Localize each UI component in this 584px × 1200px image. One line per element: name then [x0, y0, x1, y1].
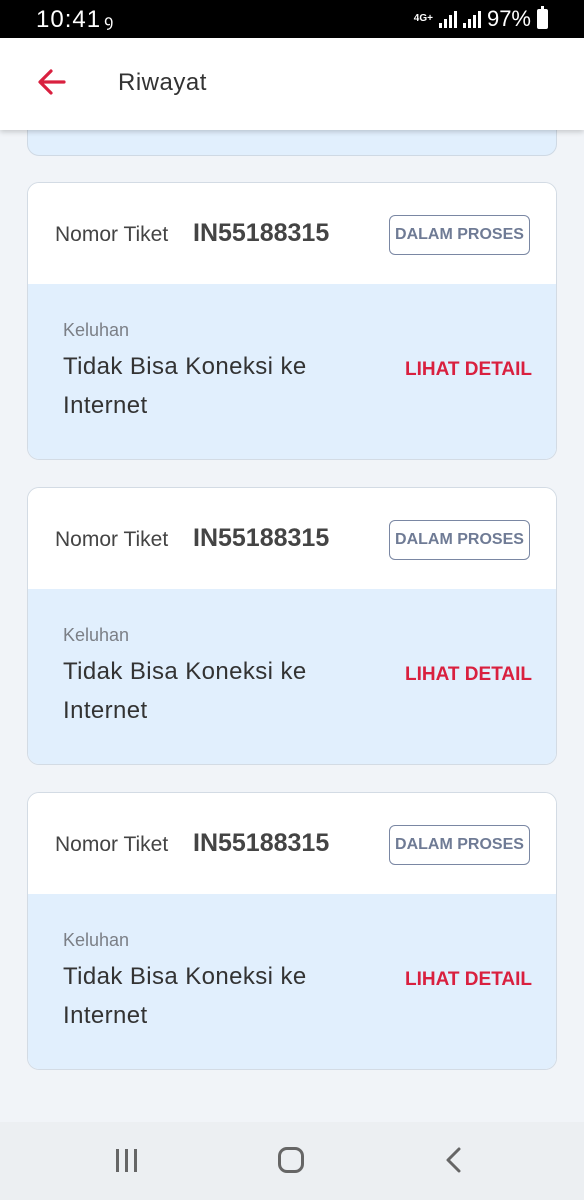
ticket-body: Keluhan Tidak Bisa Koneksi ke Internet L… [28, 894, 556, 1069]
signal-icon [438, 10, 457, 28]
status-badge: DALAM PROSES [389, 825, 530, 865]
ticket-card[interactable]: Nomor Tiket IN55188315 DALAM PROSES Kelu… [27, 487, 557, 765]
ticket-number: IN55188315 [193, 829, 330, 857]
ticket-number: IN55188315 [193, 219, 330, 247]
status-badge: DALAM PROSES [389, 520, 530, 560]
ticket-card[interactable]: Nomor Tiket IN55188315 DALAM PROSES Kelu… [27, 182, 557, 460]
ticket-header: Nomor Tiket IN55188315 DALAM PROSES [28, 488, 556, 589]
ticket-list[interactable]: Nomor Tiket IN55188315 DALAM PROSES Kelu… [0, 130, 584, 1122]
status-time: 10:41 [36, 6, 102, 33]
complaint-text: Tidak Bisa Koneksi ke Internet [63, 353, 307, 419]
complaint-text: Tidak Bisa Koneksi ke Internet [63, 963, 307, 1029]
home-icon[interactable] [278, 1147, 304, 1173]
battery-icon [537, 6, 548, 29]
ticket-label: Nomor Tiket [55, 528, 169, 551]
complaint-label: Keluhan [63, 930, 130, 950]
ticket-body: Keluhan Tidak Bisa Koneksi ke Internet L… [28, 589, 556, 764]
complaint-text: Tidak Bisa Koneksi ke Internet [63, 658, 307, 724]
complaint-label: Keluhan [63, 320, 130, 340]
status-badge: DALAM PROSES [389, 215, 530, 255]
ticket-body: Keluhan Tidak Bisa Koneksi ke Internet L… [28, 284, 556, 459]
view-detail-link[interactable]: LIHAT DETAIL [405, 359, 532, 381]
system-nav-bar [0, 1122, 584, 1200]
ticket-label: Nomor Tiket [55, 833, 169, 856]
complaint-label: Keluhan [63, 625, 130, 645]
ticket-header: Nomor Tiket IN55188315 DALAM PROSES [28, 183, 556, 284]
app-bar: Riwayat [0, 38, 584, 130]
view-detail-link[interactable]: LIHAT DETAIL [405, 969, 532, 991]
view-detail-link[interactable]: LIHAT DETAIL [405, 664, 532, 686]
recent-apps-icon[interactable] [116, 1149, 137, 1172]
ticket-number: IN55188315 [193, 524, 330, 552]
ticket-label: Nomor Tiket [55, 223, 169, 246]
notification-icon: ꝯ [104, 13, 114, 30]
ticket-header: Nomor Tiket IN55188315 DALAM PROSES [28, 793, 556, 894]
chevron-left-icon[interactable] [443, 1146, 465, 1174]
arrow-left-icon[interactable] [36, 66, 68, 98]
battery-percent: 97% [486, 6, 531, 31]
status-indicators: 4G+ 97% [414, 6, 548, 32]
ticket-card[interactable]: Nomor Tiket IN55188315 DALAM PROSES Kelu… [27, 792, 557, 1070]
signal-icon-2 [462, 10, 481, 28]
page-title: Riwayat [118, 69, 207, 96]
ticket-card-partial[interactable] [27, 130, 557, 156]
network-type: 4G+ [413, 13, 433, 24]
status-bar: 10:41 ꝯ 4G+ 97% [0, 0, 584, 38]
